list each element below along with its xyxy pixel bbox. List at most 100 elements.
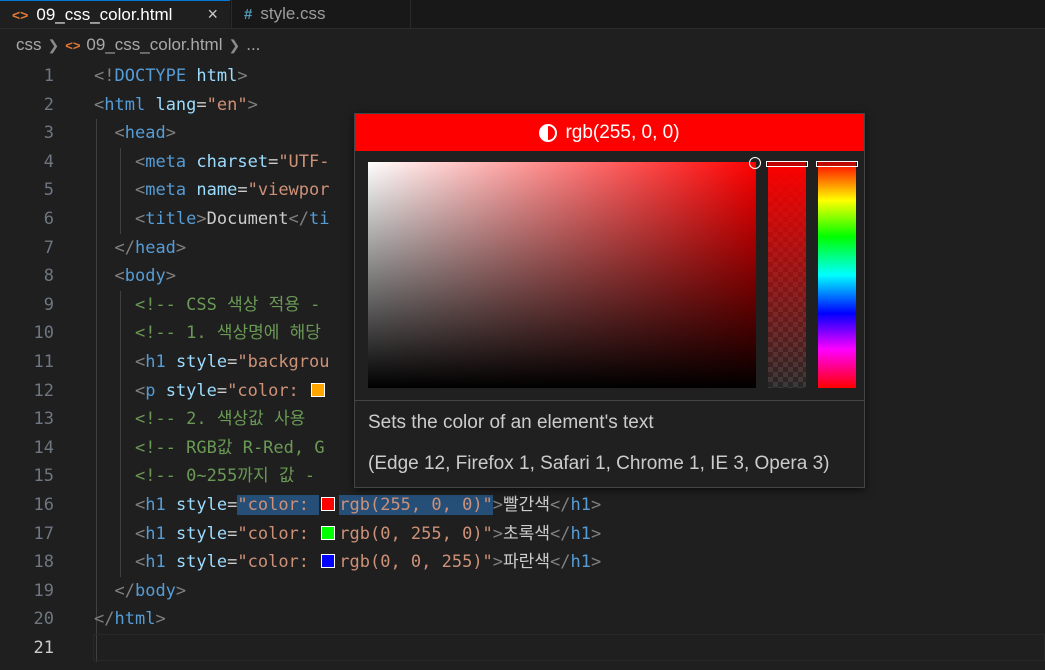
opacity-slider[interactable] — [766, 161, 808, 388]
color-swatch[interactable] — [311, 382, 326, 397]
code-token: <!-- RGB값 R-Red, G — [134, 437, 325, 458]
code-token: rgb(0, 0, 255)" — [339, 552, 493, 573]
code-token: Document — [206, 209, 289, 229]
color-swatch[interactable] — [321, 554, 336, 569]
code-token: h1 — [145, 523, 166, 544]
breadcrumb-more[interactable]: ... — [246, 35, 260, 55]
color-picker-header[interactable]: rgb(255, 0, 0) — [355, 114, 864, 151]
code-token: 초록색 — [503, 523, 550, 544]
color-swatch[interactable] — [321, 497, 336, 511]
saturation-handle[interactable] — [749, 157, 761, 169]
code-token: meta — [145, 180, 187, 201]
line-number: 21 — [33, 638, 54, 658]
breadcrumb-folder[interactable]: css — [16, 35, 42, 55]
code-token: > — [196, 209, 207, 229]
code-token: body — [134, 580, 176, 601]
line-number: 10 — [33, 323, 54, 344]
line-number: 9 — [43, 294, 54, 315]
property-description: Sets the color of an element's text — [368, 412, 654, 433]
saturation-box[interactable] — [368, 162, 756, 388]
code-token: > — [590, 523, 602, 544]
tab-09-css-color-html[interactable]: <> 09_css_color.html × — [0, 0, 230, 28]
browser-compatibility: (Edge 12, Firefox 1, Safari 1, Chrome 1,… — [368, 453, 830, 474]
color-swatch[interactable] — [321, 525, 336, 540]
line-number: 20 — [33, 609, 54, 630]
code-text: <!-- 0~255까지 값 - — [94, 462, 315, 491]
code-token: < — [134, 180, 146, 201]
close-icon[interactable]: × — [207, 4, 218, 25]
code-text: <h1 style="backgrou — [94, 348, 330, 377]
code-token: < — [134, 552, 146, 573]
code-token: lang — [155, 94, 197, 115]
code-line[interactable]: 21 — [0, 634, 1045, 663]
code-token: </ — [549, 523, 571, 544]
code-token: "color: — [227, 380, 310, 401]
code-token: h1 — [570, 523, 591, 544]
code-token: 빨간색 — [503, 495, 550, 515]
contrast-icon — [539, 123, 558, 142]
line-number: 15 — [33, 466, 54, 487]
code-line[interactable]: 17 <h1 style="color: rgb(0, 255, 0)">초록색… — [0, 520, 1045, 549]
line-number: 11 — [33, 352, 54, 372]
code-token: </ — [288, 209, 310, 229]
code-token: > — [175, 580, 187, 601]
opacity-slider-handle[interactable] — [766, 161, 808, 167]
code-text: <body> — [94, 262, 175, 291]
code-token: DOCTYPE — [114, 66, 187, 86]
code-token: "UTF- — [278, 151, 330, 172]
code-token: rgb(255, 0, 0)" — [339, 495, 493, 515]
code-token: h1 — [570, 495, 591, 515]
line-number: 19 — [33, 580, 54, 601]
code-line[interactable]: 20 </html> — [0, 605, 1045, 634]
code-token: > — [492, 552, 504, 573]
code-line[interactable]: 18 <h1 style="color: rgb(0, 0, 255)">파란색… — [0, 548, 1045, 577]
code-token: <!-- 2. 색상값 사용 — [134, 409, 306, 430]
code-line[interactable]: 16 <h1 style="color: rgb(255, 0, 0)">빨간색… — [0, 491, 1045, 520]
divider — [355, 400, 864, 401]
code-token: > — [155, 609, 166, 630]
code-token: h1 — [145, 352, 166, 372]
code-token: </ — [94, 609, 115, 630]
line-number: 6 — [43, 209, 54, 229]
breadcrumb-file[interactable]: 09_css_color.html — [86, 35, 222, 55]
hue-slider[interactable] — [816, 161, 858, 388]
code-line[interactable]: 19 </body> — [0, 577, 1045, 606]
code-token: "en" — [206, 94, 248, 115]
code-text: <h1 style="color: rgb(255, 0, 0)">빨간색</h… — [94, 491, 601, 520]
code-token: < — [94, 94, 105, 115]
chevron-right-icon: ❯ — [228, 36, 241, 53]
line-number: 2 — [43, 94, 54, 115]
hue-slider-handle[interactable] — [816, 161, 858, 167]
line-number: 8 — [43, 266, 54, 287]
code-text: <h1 style="color: rgb(0, 255, 0)">초록색</h… — [94, 520, 601, 549]
code-token: style — [175, 523, 228, 544]
line-number: 1 — [43, 66, 54, 86]
code-token: = — [268, 151, 279, 172]
code-token: "backgrou — [237, 352, 330, 372]
code-token: < — [134, 380, 146, 401]
code-token: h1 — [570, 552, 591, 573]
code-token: > — [165, 123, 176, 144]
current-line-highlight — [93, 634, 1045, 661]
code-token: < — [114, 266, 125, 287]
tab-style-css[interactable]: # style.css — [231, 0, 411, 28]
code-token: < — [134, 523, 146, 544]
code-token: rgb(0, 255, 0)" — [339, 523, 493, 544]
code-token: = — [216, 380, 228, 401]
code-line[interactable]: 1 <!DOCTYPE html> — [0, 62, 1045, 91]
code-token: = — [196, 94, 207, 115]
code-text: <title>Document</ti — [94, 205, 330, 234]
code-token: html — [114, 609, 156, 630]
line-number: 4 — [43, 151, 54, 172]
code-text: </body> — [94, 577, 186, 606]
